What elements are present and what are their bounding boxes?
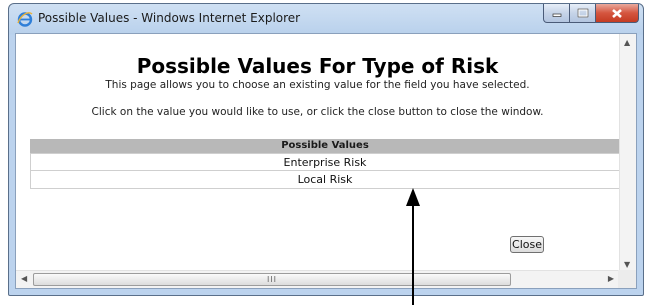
scrollbar-corner <box>618 270 636 288</box>
page-description: This page allows you to choose an existi… <box>105 79 530 91</box>
horizontal-scroll-thumb[interactable]: III <box>33 273 511 286</box>
scroll-up-icon[interactable]: ▲ <box>624 38 630 47</box>
table-header: Possible Values <box>30 139 620 153</box>
minimize-button[interactable] <box>543 4 570 23</box>
page-heading: Possible Values For Type of Risk <box>136 54 499 78</box>
scroll-down-icon[interactable]: ▼ <box>624 260 630 269</box>
close-icon <box>612 8 622 18</box>
title-bar[interactable]: Possible Values - Windows Internet Explo… <box>9 4 643 32</box>
internet-explorer-icon <box>17 12 33 27</box>
vertical-scrollbar[interactable]: ▲ ▼ <box>619 34 636 271</box>
page-content: Possible Values For Type of Risk This pa… <box>15 33 637 289</box>
scroll-grip: III <box>266 275 278 284</box>
browser-window: Possible Values - Windows Internet Explo… <box>8 3 644 296</box>
value-local-risk[interactable]: Local Risk <box>30 171 620 189</box>
maximize-button[interactable] <box>570 4 596 23</box>
close-window-button[interactable] <box>596 4 639 23</box>
scroll-left-icon[interactable]: ◀ <box>21 274 27 283</box>
value-enterprise-risk[interactable]: Enterprise Risk <box>30 153 620 171</box>
minimize-icon <box>552 13 561 17</box>
scroll-right-icon[interactable]: ▶ <box>608 274 614 283</box>
window-title: Possible Values - Windows Internet Explo… <box>38 11 301 25</box>
page-instructions: Click on the value you would like to use… <box>91 106 544 118</box>
maximize-icon <box>577 8 588 18</box>
horizontal-scrollbar[interactable]: ◀ III ▶ <box>16 270 619 288</box>
close-button[interactable]: Close <box>510 236 544 253</box>
possible-values-table: Possible Values Enterprise Risk Local Ri… <box>30 139 620 189</box>
